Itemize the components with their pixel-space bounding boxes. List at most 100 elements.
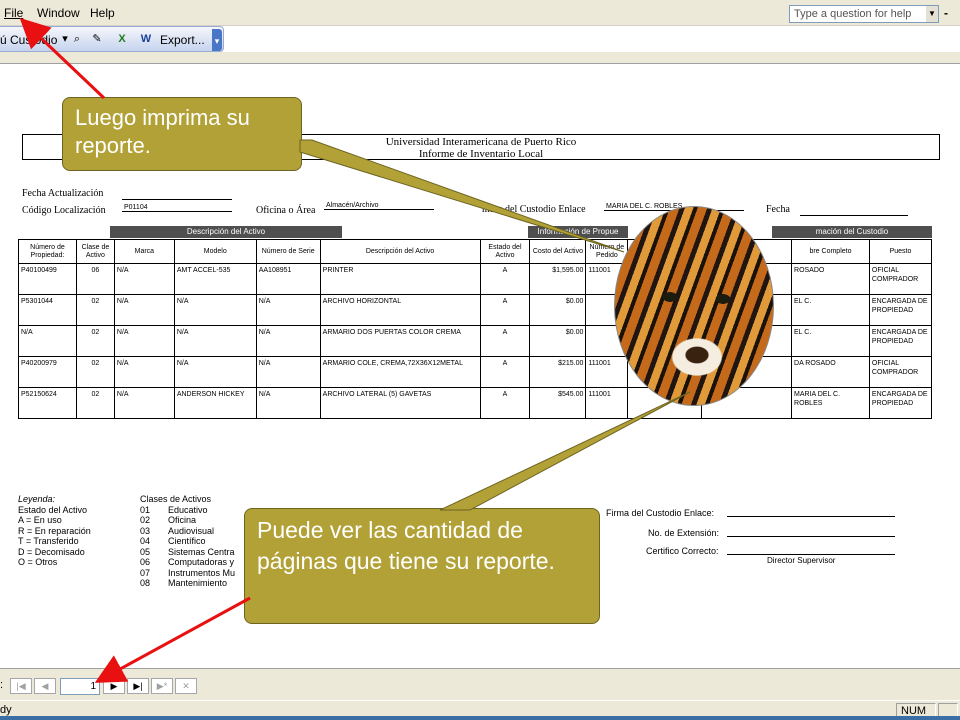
- page-number-input[interactable]: 1: [60, 678, 100, 695]
- table-cell: P5301044: [18, 294, 77, 326]
- menu-window[interactable]: Window: [37, 6, 80, 20]
- oficina-label: Oficina o Área: [256, 205, 316, 216]
- menu-file[interactable]: File: [4, 6, 23, 20]
- legend-clase-code: 01: [140, 504, 151, 515]
- section-informacion-propuesta: Información de Propue: [528, 226, 628, 238]
- table-cell: $545.00: [529, 387, 587, 419]
- table-cell: ROSADO: [791, 263, 870, 295]
- table-cell: DA ROSADO: [791, 356, 870, 388]
- previous-page-button[interactable]: ◀: [34, 678, 56, 694]
- help-question-input[interactable]: Type a question for help ▼: [789, 5, 939, 23]
- table-row: N/A 02 N/A N/A N/A ARMARIO DOS PUERTAS COLOR …: [18, 325, 933, 357]
- menu-help[interactable]: Help: [90, 6, 115, 20]
- codigo-localizacion-label: Código Localización: [22, 205, 106, 216]
- legend-clase-name: Científico: [168, 536, 206, 546]
- table-cell: OFICIAL COMPRADOR: [868, 356, 933, 388]
- table-cell: N/A: [18, 325, 77, 357]
- table-cell: P40200979: [18, 356, 77, 388]
- export-button[interactable]: Export...: [160, 33, 205, 47]
- toolbar-options-button[interactable]: ▾: [212, 29, 222, 51]
- chevron-down-icon[interactable]: ▼: [926, 6, 938, 22]
- table-cell: A: [479, 294, 531, 326]
- legend-clase-code: 05: [140, 546, 151, 557]
- extension-line: [727, 536, 895, 537]
- inventory-table: Número de Propiedad: Clase de Activo Marca…: [18, 239, 933, 419]
- callout-cantidad-paginas: Puede ver las cantidad de páginas que ti…: [244, 508, 600, 624]
- legend-clase-name: Audiovisual: [168, 525, 215, 536]
- table-row: P5301044 02 N/A N/A N/A ARCHIVO HORIZONTAL A $0…: [18, 294, 933, 326]
- legend-clase-item: 04 Científico: [140, 536, 235, 547]
- window-minimize-button[interactable]: -: [944, 6, 948, 20]
- table-cell: ARMARIO DOS PUERTAS COLOR CREMA: [319, 325, 481, 357]
- table-cell: 111001: [585, 387, 629, 419]
- table-cell: MARIA DEL C. ROBLES: [791, 387, 870, 419]
- table-cell: P40100499: [18, 263, 77, 295]
- next-page-button[interactable]: ▶: [103, 678, 125, 694]
- table-cell: AA108951: [255, 263, 321, 295]
- table-cell: 02: [75, 325, 115, 357]
- table-cell: N/A: [113, 325, 175, 357]
- legend-estado-item: T = Transferido: [18, 536, 79, 546]
- first-page-button[interactable]: |◀: [10, 678, 32, 694]
- legend-clase-item: 05 Sistemas Centra: [140, 547, 235, 558]
- table-cell: 06: [75, 263, 115, 295]
- fecha-actualizacion-line: [122, 199, 232, 200]
- fecha-line: [800, 215, 908, 216]
- legend-clase-code: 03: [140, 525, 151, 536]
- toolbar-separator: [0, 52, 960, 64]
- legend-estado-item: R = En reparación: [18, 525, 91, 536]
- table-cell: N/A: [255, 387, 321, 419]
- table-cell: ARCHIVO HORIZONTAL: [319, 294, 481, 326]
- table-row: P40100499 06 N/A AMT ACCEL-535 AA108951 PRINT…: [18, 263, 933, 295]
- fecha-label: Fecha: [766, 204, 790, 215]
- page-navigation-bar: : |◀ ◀ 1 ▶ ▶| ▶* ✕: [0, 668, 960, 700]
- table-cell: N/A: [113, 356, 175, 388]
- table-cell: EL C.: [791, 294, 870, 326]
- codigo-localizacion-value: P01104: [122, 204, 232, 212]
- director-supervisor-label: Director Supervisor: [767, 556, 836, 565]
- table-cell: N/A: [255, 294, 321, 326]
- legend-estado-item: D = Decomisado: [18, 546, 85, 557]
- close-icon[interactable]: ✕: [175, 678, 197, 694]
- table-cell: N/A: [113, 387, 175, 419]
- setup-icon[interactable]: ✎: [90, 32, 104, 46]
- legend-clase-item: 02 Oficina: [140, 515, 235, 526]
- table-cell: N/A: [173, 325, 257, 357]
- table-cell: N/A: [255, 356, 321, 388]
- legend-clase-code: 02: [140, 515, 151, 525]
- word-icon[interactable]: W: [139, 32, 153, 46]
- table-cell: N/A: [113, 263, 175, 295]
- tiger-face-image: [614, 206, 774, 406]
- table-row: P40200979 02 N/A N/A N/A ARMARIO COLE, CREMA,…: [18, 356, 933, 388]
- legend-clase-name: Oficina: [168, 515, 197, 525]
- legend-clase-code: 08: [140, 578, 151, 588]
- legend-clase-name: Educativo: [168, 504, 208, 515]
- new-record-button[interactable]: ▶*: [151, 678, 173, 694]
- section-descripcion-activo: Descripción del Activo: [110, 226, 342, 238]
- excel-icon[interactable]: X: [115, 32, 129, 46]
- table-column-header: Número de Pedido: [585, 239, 629, 264]
- print-preview-toolbar: ú Custodio ▾ ⌕ ✎ X W Export... ▾: [0, 26, 224, 52]
- legend-clase-name: Computadoras y: [168, 557, 235, 567]
- binoculars-icon[interactable]: ⌕: [70, 32, 84, 46]
- table-cell: ARCHIVO LATERAL (5) GAVETAS: [319, 387, 481, 419]
- table-cell: A: [479, 263, 531, 295]
- last-page-button[interactable]: ▶|: [127, 678, 149, 694]
- fecha-actualizacion-label: Fecha Actualización: [22, 188, 104, 199]
- legend-clases: Clases de Activos 01 Educativo 02 Oficina 03…: [140, 494, 235, 589]
- table-cell: A: [479, 356, 531, 388]
- custodio-menu-button[interactable]: ú Custodio: [0, 33, 57, 47]
- table-body: P40100499 06 N/A AMT ACCEL-535 AA108951 PRINT…: [18, 263, 933, 419]
- legend-clases-title: Clases de Activos: [140, 494, 212, 504]
- custodio-enlace-label: mbre del Custodio Enlace: [482, 204, 586, 215]
- table-cell: PRINTER: [319, 263, 481, 295]
- table-column-header: Estado del Activo: [479, 239, 531, 264]
- table-column-header: bre Completo: [791, 239, 870, 264]
- legend-clase-code: 07: [140, 567, 151, 578]
- firma-custodio-label: Firma del Custodio Enlace:: [606, 508, 715, 518]
- table-column-header: Clase de Activo: [75, 239, 115, 264]
- table-row: P52150624 02 N/A ANDERSON HICKEY N/A ARCHIVO …: [18, 387, 933, 419]
- table-cell: AMT ACCEL-535: [173, 263, 257, 295]
- legend-clases-list: 01 Educativo 02 Oficina 03 Audiovisual 04 Cient…: [140, 505, 235, 589]
- taskbar-edge: [0, 716, 960, 720]
